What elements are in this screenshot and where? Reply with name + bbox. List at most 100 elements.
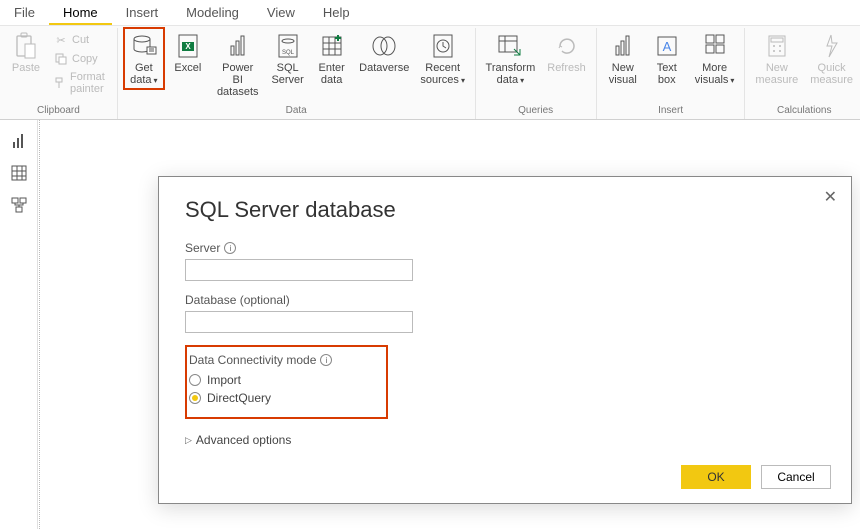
report-view-button[interactable] [8,130,30,152]
excel-icon: X [174,32,202,60]
radio-icon [189,392,201,404]
group-label-queries: Queries [482,105,590,119]
transform-data-icon [496,32,524,60]
chevron-down-icon: ▾ [154,76,158,85]
connectivity-mode-group: Data Connectivity modei Import DirectQue… [185,345,388,419]
format-painter-icon [54,76,66,90]
paste-button[interactable]: Paste [6,28,46,76]
text-box-button[interactable]: A Textbox [647,28,687,88]
info-icon[interactable]: i [320,354,332,366]
text-box-label: Textbox [657,62,677,86]
format-painter-label: Format painter [70,71,107,95]
radio-icon [189,374,201,386]
new-visual-label: Newvisual [609,62,637,86]
chevron-down-icon: ▾ [520,76,524,85]
new-visual-button[interactable]: Newvisual [603,28,643,88]
copy-button[interactable]: Copy [50,51,111,67]
dialog-close-button[interactable]: ✕ [824,187,837,207]
new-measure-button[interactable]: Newmeasure [751,28,802,88]
transform-data-label: Transformdata▾ [486,62,536,87]
ok-button[interactable]: OK [681,465,751,489]
model-view-button[interactable] [8,194,30,216]
ribbon: Paste ✂ Cut Copy Format painter Clipboard… [0,26,860,120]
canvas-separator [39,120,41,529]
data-view-button[interactable] [8,162,30,184]
server-input[interactable] [185,259,413,281]
refresh-icon [553,32,581,60]
enter-data-label: Enterdata [318,62,344,86]
group-label-data: Data [124,105,469,119]
sql-server-dialog: ✕ SQL Server database Serveri Database (… [158,176,852,504]
menu-view[interactable]: View [253,0,309,25]
radio-import[interactable]: Import [189,371,332,389]
menu-file[interactable]: File [0,0,49,25]
group-label-clipboard: Clipboard [6,105,111,119]
dataverse-label: Dataverse [359,62,409,74]
cut-icon: ✂ [54,33,68,47]
menubar: File Home Insert Modeling View Help [0,0,860,26]
more-visuals-label: Morevisuals▾ [695,62,735,87]
cut-label: Cut [72,34,89,46]
transform-data-button[interactable]: Transformdata▾ [482,28,540,89]
radio-directquery[interactable]: DirectQuery [189,389,332,407]
copy-label: Copy [72,53,98,65]
database-input[interactable] [185,311,413,333]
new-measure-icon [763,32,791,60]
enter-data-icon [318,32,346,60]
copy-icon [54,52,68,66]
group-label-calc: Calculations [751,105,857,119]
menu-insert[interactable]: Insert [112,0,173,25]
paste-label: Paste [12,62,40,74]
excel-label: Excel [174,62,201,74]
paste-icon [12,32,40,60]
left-view-rail [0,120,38,529]
dataverse-button[interactable]: Dataverse [356,28,413,76]
get-data-icon [130,32,158,60]
refresh-button[interactable]: Refresh [543,28,590,76]
menu-home[interactable]: Home [49,0,112,25]
refresh-label: Refresh [547,62,586,74]
new-visual-icon [609,32,637,60]
group-clipboard: Paste ✂ Cut Copy Format painter Clipboard [0,28,118,119]
svg-text:X: X [185,42,191,51]
quick-measure-label: Quickmeasure [810,62,853,86]
excel-button[interactable]: X Excel [168,28,208,76]
recent-sources-button[interactable]: Recentsources▾ [417,28,469,89]
quick-measure-button[interactable]: Quickmeasure [806,28,857,88]
cut-button[interactable]: ✂ Cut [50,32,111,48]
more-visuals-button[interactable]: Morevisuals▾ [691,28,739,89]
menu-modeling[interactable]: Modeling [172,0,253,25]
cancel-button[interactable]: Cancel [761,465,831,489]
menu-help[interactable]: Help [309,0,364,25]
text-box-icon: A [653,32,681,60]
get-data-label: Getdata▾ [130,62,157,87]
connectivity-mode-label: Data Connectivity modei [189,353,332,367]
quick-measure-icon [818,32,846,60]
pbi-datasets-button[interactable]: Power BIdatasets [212,28,264,100]
more-visuals-icon [701,32,729,60]
recent-sources-icon [429,32,457,60]
triangle-right-icon: ▷ [185,435,192,446]
pbi-datasets-icon [224,32,252,60]
pbi-datasets-label: Power BIdatasets [216,62,260,98]
sql-server-icon: SQL [274,32,302,60]
dataverse-icon [370,32,398,60]
sql-server-button[interactable]: SQL SQLServer [268,28,308,88]
get-data-button[interactable]: Getdata▾ [124,28,164,89]
dialog-title: SQL Server database [185,197,825,223]
svg-text:A: A [662,39,671,54]
group-label-insert: Insert [603,105,739,119]
advanced-options-toggle[interactable]: ▷Advanced options [185,433,825,447]
group-insert: Newvisual A Textbox Morevisuals▾ Insert [597,28,746,119]
database-label: Database (optional) [185,293,825,307]
recent-sources-label: Recentsources▾ [420,62,465,87]
svg-text:SQL: SQL [282,50,295,56]
sql-server-label: SQLServer [271,62,303,86]
server-label: Serveri [185,241,825,255]
group-queries: Transformdata▾ Refresh Queries [476,28,597,119]
chevron-down-icon: ▾ [461,76,465,85]
enter-data-button[interactable]: Enterdata [312,28,352,88]
info-icon[interactable]: i [224,242,236,254]
format-painter-button[interactable]: Format painter [50,70,111,96]
group-calculations: Newmeasure Quickmeasure Calculations [745,28,860,119]
